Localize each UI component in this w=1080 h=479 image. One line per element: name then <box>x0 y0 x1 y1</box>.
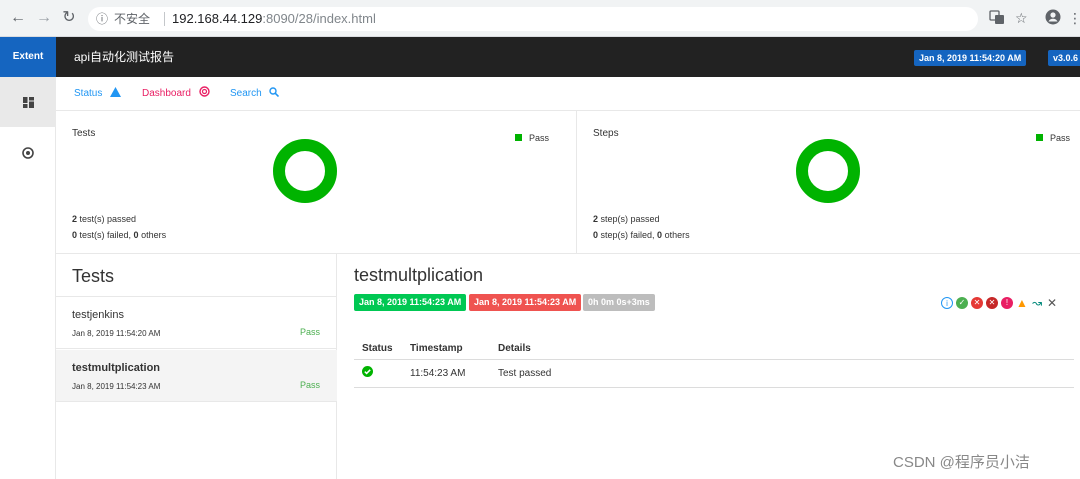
test-time: Jan 8, 2019 11:54:20 AM <box>72 329 161 338</box>
test-item-testjenkins[interactable]: testjenkins Jan 8, 2019 11:54:20 AM Pass <box>56 297 337 349</box>
steps-others-text: others <box>662 230 690 240</box>
tests-legend: Pass <box>515 133 549 143</box>
target-icon <box>199 86 210 97</box>
info-icon[interactable]: ⓘ <box>96 7 108 31</box>
steps-card-title: Steps <box>593 128 619 139</box>
side-item-tests[interactable] <box>0 77 56 127</box>
url-path: :8090/28/index.html <box>262 11 376 26</box>
info-icon[interactable]: i <box>941 296 953 309</box>
status-link[interactable]: Status <box>74 77 122 111</box>
forward-arrow-icon[interactable]: → <box>35 9 53 27</box>
dashboard-summary: Tests Pass 2 test(s) passed 0 test(s) fa… <box>56 111 1080 254</box>
bookmark-star-icon[interactable]: ☆ <box>1015 9 1028 27</box>
col-status: Status <box>362 343 393 354</box>
side-item-dashboard[interactable] <box>0 127 56 177</box>
steps-card: Steps Pass 2 step(s) passed 0 step(s) fa… <box>577 111 1080 254</box>
steps-failed-text: step(s) failed, <box>598 230 658 240</box>
tests-failed-text: test(s) failed, <box>77 230 134 240</box>
tests-passed-text: test(s) passed <box>77 214 137 224</box>
skip-arrow-icon[interactable]: ↝ <box>1031 297 1043 309</box>
steps-donut-chart <box>796 139 860 203</box>
test-detail: testmultplication Jan 8, 2019 11:54:23 A… <box>338 254 1080 479</box>
end-time-badge: Jan 8, 2019 11:54:23 AM <box>469 294 582 311</box>
test-name: testjenkins <box>72 309 124 321</box>
search-icon <box>269 87 280 98</box>
watermark: CSDN @程序员小洁 <box>893 454 1030 471</box>
test-status-badge: Pass <box>300 380 321 390</box>
translate-icon[interactable] <box>989 9 1005 29</box>
table-row: 11:54:23 AM Test passed <box>354 360 1074 388</box>
test-detail-title: testmultplication <box>354 265 484 285</box>
tests-failed-stat: 0 test(s) failed, 0 others <box>72 230 166 240</box>
tests-card-title: Tests <box>72 128 96 139</box>
status-link-label: Status <box>74 88 103 99</box>
col-timestamp: Timestamp <box>410 343 463 354</box>
steps-legend-label: Pass <box>1050 133 1071 143</box>
dashboard-link-label: Dashboard <box>142 88 191 99</box>
clear-filter-icon[interactable]: ✕ <box>1046 297 1058 309</box>
tests-card: Tests Pass 2 test(s) passed 0 test(s) fa… <box>56 111 576 254</box>
steps-failed-stat: 0 step(s) failed, 0 others <box>593 230 690 240</box>
steps-legend: Pass <box>1036 133 1070 143</box>
brand-logo[interactable]: Extent <box>0 37 56 77</box>
search-link[interactable]: Search <box>230 77 280 111</box>
log-table-header: Status Timestamp Details <box>354 338 1074 360</box>
app-header: Extent api自动化测试报告 Jan 8, 2019 11:54:20 A… <box>0 37 1080 77</box>
duration-badge: 0h 0m 0s+3ms <box>583 294 655 311</box>
profile-icon[interactable] <box>1045 9 1061 29</box>
tests-legend-label: Pass <box>529 133 550 143</box>
tests-passed-stat: 2 test(s) passed <box>72 214 136 224</box>
test-status-badge: Pass <box>300 327 321 337</box>
test-item-testmultplication[interactable]: testmultplication Jan 8, 2019 11:54:23 A… <box>56 350 337 402</box>
steps-passed-stat: 2 step(s) passed <box>593 214 660 224</box>
report-name: api自动化测试报告 <box>74 50 175 64</box>
pass-swatch <box>515 134 522 141</box>
insecure-label: 不安全 <box>114 12 151 26</box>
fatal-x-icon[interactable]: ✕ <box>986 296 998 309</box>
dashboard-link[interactable]: Dashboard <box>142 77 210 111</box>
reload-icon[interactable]: ↻ <box>60 9 78 27</box>
pass-check-icon[interactable]: ✓ <box>956 296 968 309</box>
log-details: Test passed <box>498 368 552 379</box>
tests-others-text: others <box>138 230 167 240</box>
col-details: Details <box>498 343 531 354</box>
sub-nav: Status Dashboard Search <box>56 77 1080 111</box>
error-exclamation-icon[interactable]: ! <box>1001 296 1013 309</box>
tests-donut-chart <box>273 139 337 203</box>
fail-x-icon[interactable]: ✕ <box>971 296 983 309</box>
url-text: 192.168.44.129:8090/28/index.html <box>172 7 376 31</box>
menu-dots-icon[interactable]: ⋮ <box>1068 9 1080 27</box>
check-circle-icon <box>362 360 373 388</box>
report-date-badge: Jan 8, 2019 11:54:20 AM <box>914 50 1027 66</box>
steps-passed-text: step(s) passed <box>598 214 660 224</box>
test-list: Tests testjenkins Jan 8, 2019 11:54:20 A… <box>56 254 337 479</box>
log-timestamp: 11:54:23 AM <box>410 368 466 379</box>
test-name: testmultplication <box>72 362 161 374</box>
grid-icon <box>22 97 34 109</box>
warning-triangle-icon <box>110 87 122 97</box>
test-list-title: Tests <box>72 266 115 286</box>
address-separator <box>164 12 165 26</box>
test-time: Jan 8, 2019 11:54:23 AM <box>72 382 161 391</box>
back-arrow-icon[interactable]: ← <box>9 9 27 27</box>
side-nav <box>0 77 56 479</box>
pass-swatch <box>1036 134 1043 141</box>
version-badge: v3.0.6 <box>1048 50 1080 66</box>
warning-triangle-icon[interactable]: ▲ <box>1016 297 1028 309</box>
url-host: 192.168.44.129 <box>172 11 263 26</box>
browser-toolbar: ← → ↻ ⓘ 不安全 192.168.44.129:8090/28/index… <box>0 0 1080 37</box>
target-icon <box>22 146 34 159</box>
status-filter-icons: i ✓ ✕ ✕! ▲ ↝ ✕ <box>941 294 1061 310</box>
address-bar[interactable]: ⓘ 不安全 192.168.44.129:8090/28/index.html <box>88 7 978 31</box>
start-time-badge: Jan 8, 2019 11:54:23 AM <box>354 294 467 311</box>
search-link-label: Search <box>230 88 262 99</box>
